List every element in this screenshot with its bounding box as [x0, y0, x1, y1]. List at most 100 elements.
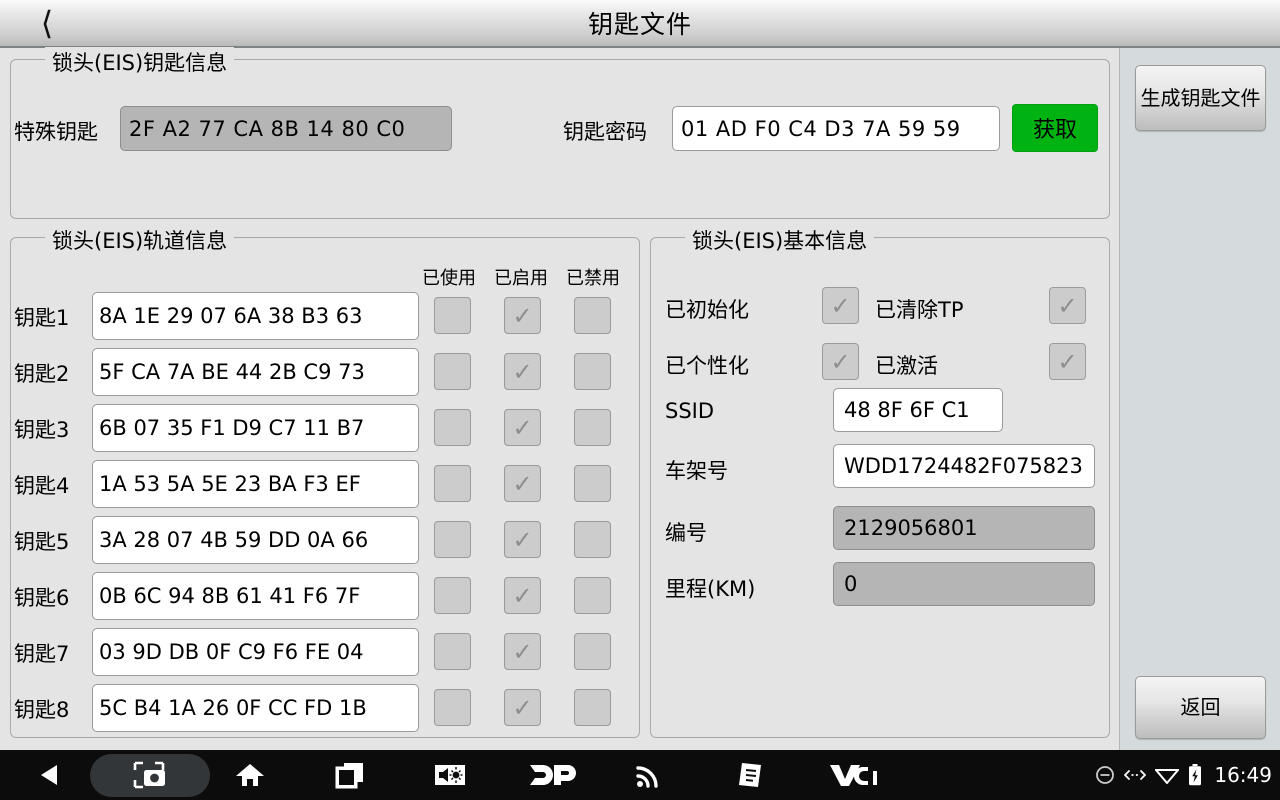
column-header-used: 已使用	[422, 268, 476, 289]
check-icon: ✓	[830, 347, 851, 376]
table-row: 钥匙5 3A 28 07 4B 59 DD 0A 66 ✓	[0, 512, 640, 568]
home-icon[interactable]	[224, 750, 276, 800]
number-label: 编号	[665, 521, 707, 545]
check-icon: ✓	[512, 301, 533, 330]
table-row: 钥匙1 8A 1E 29 07 6A 38 B3 63 ✓	[0, 288, 640, 344]
key-value-field[interactable]: 03 9D DB 0F C9 F6 FE 04	[92, 628, 419, 676]
personalized-label: 已个性化	[665, 354, 749, 378]
vci-logo-icon[interactable]	[824, 750, 884, 800]
enabled-checkbox: ✓	[504, 297, 541, 334]
clock-label: 16:49	[1214, 763, 1272, 787]
tp-cleared-label: 已清除TP	[875, 298, 964, 322]
number-field: 2129056801	[833, 506, 1095, 550]
vin-label: 车架号	[665, 459, 728, 483]
key-value-field[interactable]: 8A 1E 29 07 6A 38 B3 63	[92, 292, 419, 340]
key-row-label: 钥匙6	[14, 586, 70, 610]
volume-brightness-icon[interactable]	[424, 750, 476, 800]
key-value-field[interactable]: 3A 28 07 4B 59 DD 0A 66	[92, 516, 419, 564]
key-value-field[interactable]: 0B 6C 94 8B 61 41 F6 7F	[92, 572, 419, 620]
mileage-field: 0	[833, 562, 1095, 606]
table-row: 钥匙3 6B 07 35 F1 D9 C7 11 B7 ✓	[0, 400, 640, 456]
check-icon: ✓	[830, 291, 851, 320]
check-icon: ✓	[512, 469, 533, 498]
enabled-checkbox: ✓	[504, 689, 541, 726]
disabled-checkbox	[574, 353, 611, 390]
table-row: 钥匙8 5C B4 1A 26 0F CC FD 1B ✓	[0, 680, 640, 736]
document-icon[interactable]	[724, 750, 776, 800]
used-checkbox	[434, 689, 471, 726]
status-tray: 16:49	[1095, 750, 1272, 800]
track-info-legend: 锁头(EIS)轨道信息	[45, 225, 235, 255]
column-header-disabled: 已禁用	[566, 268, 620, 289]
return-button[interactable]: 返回	[1135, 676, 1266, 739]
fetch-button[interactable]: 获取	[1012, 104, 1098, 152]
disabled-checkbox	[574, 689, 611, 726]
used-checkbox	[434, 353, 471, 390]
enabled-checkbox: ✓	[504, 353, 541, 390]
used-checkbox	[434, 633, 471, 670]
disabled-checkbox	[574, 409, 611, 446]
column-header-enabled: 已启用	[494, 268, 548, 289]
enabled-checkbox: ✓	[504, 409, 541, 446]
check-icon: ✓	[512, 413, 533, 442]
personalized-checkbox: ✓	[822, 343, 859, 380]
key-password-label: 钥匙密码	[563, 120, 647, 144]
generate-key-file-button[interactable]: 生成钥匙文件	[1135, 65, 1266, 131]
key-value-field[interactable]: 5C B4 1A 26 0F CC FD 1B	[92, 684, 419, 732]
basic-info-legend: 锁头(EIS)基本信息	[685, 225, 875, 255]
usb-transfer-icon	[1124, 768, 1147, 782]
key-info-legend: 锁头(EIS)钥匙信息	[45, 47, 235, 77]
recents-icon[interactable]	[324, 750, 376, 800]
key-row-label: 钥匙1	[14, 306, 70, 330]
check-icon: ✓	[512, 525, 533, 554]
right-side-panel: 生成钥匙文件 返回	[1119, 48, 1280, 750]
used-checkbox	[434, 465, 471, 502]
key-value-field[interactable]: 5F CA 7A BE 44 2B C9 73	[92, 348, 419, 396]
key-row-label: 钥匙3	[14, 418, 70, 442]
check-icon: ✓	[512, 693, 533, 722]
key-row-label: 钥匙7	[14, 642, 70, 666]
page-title: 钥匙文件	[587, 10, 692, 39]
chevron-left-icon[interactable]: ⟨	[18, 0, 76, 46]
table-row: 钥匙2 5F CA 7A BE 44 2B C9 73 ✓	[0, 344, 640, 400]
ssid-field[interactable]: 48 8F 6F C1	[833, 388, 1003, 432]
screenshot-camera-icon[interactable]	[124, 750, 176, 800]
tp-cleared-checkbox: ✓	[1049, 287, 1086, 324]
table-row: 钥匙4 1A 53 5A 5E 23 BA F3 EF ✓	[0, 456, 640, 512]
check-icon: ✓	[512, 581, 533, 610]
activated-label: 已激活	[875, 354, 938, 378]
disabled-checkbox	[574, 465, 611, 502]
check-icon: ✓	[512, 637, 533, 666]
key-value-field[interactable]: 6B 07 35 F1 D9 C7 11 B7	[92, 404, 419, 452]
special-key-field[interactable]: 2F A2 77 CA 8B 14 80 C0	[120, 106, 452, 151]
key-row-label: 钥匙5	[14, 530, 70, 554]
enabled-checkbox: ✓	[504, 633, 541, 670]
used-checkbox	[434, 409, 471, 446]
key-value-field[interactable]: 1A 53 5A 5E 23 BA F3 EF	[92, 460, 419, 508]
enabled-checkbox: ✓	[504, 577, 541, 614]
dp-logo-icon[interactable]	[524, 750, 584, 800]
key-password-field[interactable]: 01 AD F0 C4 D3 7A 59 59	[672, 106, 1000, 151]
mileage-label: 里程(KM)	[665, 577, 756, 601]
back-triangle-icon[interactable]	[24, 750, 76, 800]
battery-charging-icon	[1188, 764, 1202, 786]
used-checkbox	[434, 577, 471, 614]
do-not-disturb-icon	[1095, 765, 1115, 785]
enabled-checkbox: ✓	[504, 465, 541, 502]
disabled-checkbox	[574, 521, 611, 558]
title-bar: 钥匙文件 ⟨	[0, 0, 1280, 48]
used-checkbox	[434, 521, 471, 558]
check-icon: ✓	[1057, 347, 1078, 376]
initialized-label: 已初始化	[665, 298, 749, 322]
wifi-icon	[1155, 766, 1180, 784]
key-row-label: 钥匙4	[14, 474, 70, 498]
special-key-label: 特殊钥匙	[14, 120, 98, 144]
initialized-checkbox: ✓	[822, 287, 859, 324]
table-row: 钥匙6 0B 6C 94 8B 61 41 F6 7F ✓	[0, 568, 640, 624]
key-row-label: 钥匙8	[14, 698, 70, 722]
signal-waves-icon[interactable]	[624, 750, 676, 800]
disabled-checkbox	[574, 633, 611, 670]
key-row-label: 钥匙2	[14, 362, 70, 386]
vin-field[interactable]: WDD1724482F075823	[833, 444, 1095, 488]
disabled-checkbox	[574, 577, 611, 614]
